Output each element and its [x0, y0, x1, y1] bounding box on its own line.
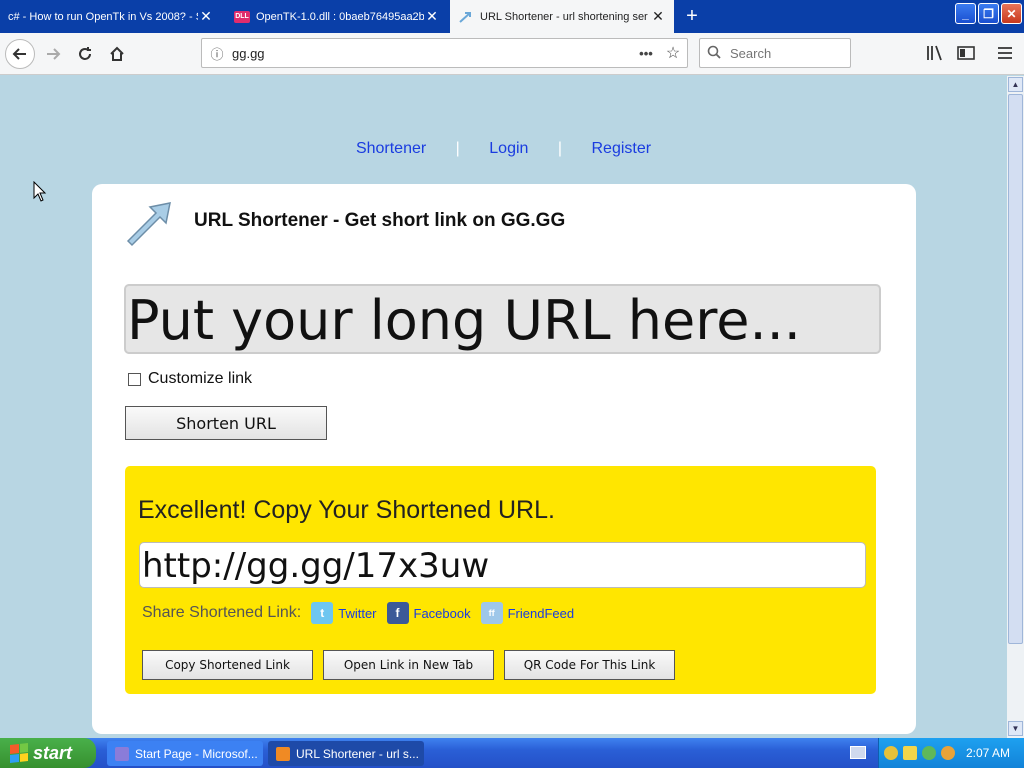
nav-link-shortener[interactable]: Shortener	[356, 140, 426, 157]
arrow-logo-icon	[126, 202, 171, 247]
share-friendfeed-link[interactable]: ff FriendFeed	[480, 602, 575, 624]
top-navigation: Shortener | Login | Register	[0, 140, 1007, 158]
share-row: Share Shortened Link: t Twitter f Facebo…	[142, 602, 574, 624]
minimize-button[interactable]: _	[955, 3, 976, 24]
reload-icon	[79, 47, 91, 60]
result-panel: Excellent! Copy Your Shortened URL. http…	[125, 466, 876, 694]
taskbar-item-label: Start Page - Microsof...	[135, 746, 258, 761]
vertical-scrollbar[interactable]: ▲ ▼	[1007, 76, 1024, 738]
customize-checkbox[interactable]	[128, 372, 141, 386]
tab-opentk-dll[interactable]: DLL OpenTK-1.0.dll : 0baeb76495aa2b ✕	[226, 0, 448, 33]
shortener-card: URL Shortener - Get short link on GG.GG …	[92, 184, 916, 734]
start-button[interactable]: start	[0, 738, 96, 768]
taskbar-item-url-shortener[interactable]: URL Shortener - url s...	[268, 741, 424, 766]
tab-strip: c# - How to run OpenTk in Vs 2008? - S ✕…	[0, 0, 1024, 33]
search-icon	[700, 45, 728, 62]
url-text[interactable]: gg.gg	[232, 46, 633, 61]
tab-close-icon[interactable]: ✕	[198, 8, 214, 25]
bookmark-star-icon[interactable]: ☆	[659, 43, 687, 63]
nav-separator: |	[455, 140, 460, 157]
windows-logo-icon	[10, 743, 28, 763]
search-tray-icon[interactable]	[941, 746, 955, 760]
friendfeed-icon: ff	[480, 602, 503, 624]
sidebar-icon[interactable]	[954, 41, 978, 65]
nav-separator: |	[557, 140, 563, 157]
long-url-input[interactable]: Put your long URL here...	[124, 284, 881, 354]
arrow-favicon-icon	[458, 11, 474, 23]
share-facebook-label: Facebook	[413, 605, 471, 621]
tab-title: OpenTK-1.0.dll : 0baeb76495aa2b	[256, 10, 424, 23]
library-icon[interactable]	[923, 41, 947, 65]
taskbar-item-label: URL Shortener - url s...	[296, 746, 419, 761]
forward-arrow-icon	[47, 48, 61, 60]
search-input[interactable]	[728, 44, 838, 62]
share-facebook-link[interactable]: f Facebook	[386, 602, 471, 624]
page-title: URL Shortener - Get short link on GG.GG	[194, 210, 566, 231]
menu-icon[interactable]	[993, 41, 1017, 65]
security-shield-icon[interactable]	[903, 746, 917, 760]
address-bar[interactable]: ⓘ gg.gg ••• ☆	[201, 38, 688, 68]
restore-button[interactable]: ❐	[978, 3, 999, 24]
scroll-thumb[interactable]	[1008, 94, 1023, 644]
nav-link-register[interactable]: Register	[591, 140, 651, 157]
result-title: Excellent! Copy Your Shortened URL.	[138, 496, 555, 524]
nav-link-login[interactable]: Login	[489, 140, 528, 157]
open-new-tab-button[interactable]: Open Link in New Tab	[323, 650, 494, 680]
tab-close-icon[interactable]: ✕	[650, 8, 666, 25]
taskbar: start Start Page - Microsof... URL Short…	[0, 738, 1024, 768]
scroll-down-arrow-icon[interactable]: ▼	[1008, 721, 1023, 736]
twitter-icon: t	[311, 602, 334, 624]
tab-close-icon[interactable]: ✕	[424, 8, 440, 25]
share-twitter-link[interactable]: t Twitter	[311, 602, 377, 624]
visual-studio-icon	[115, 746, 129, 761]
qr-code-button[interactable]: QR Code For This Link	[504, 650, 675, 680]
forward-button[interactable]	[38, 39, 68, 69]
tab-title: URL Shortener - url shortening ser	[480, 10, 648, 23]
tray-app-icon[interactable]	[884, 746, 898, 760]
back-arrow-icon	[12, 48, 26, 60]
share-label: Share Shortened Link:	[142, 604, 302, 621]
dll-favicon-icon: DLL	[234, 10, 250, 23]
start-label: start	[33, 742, 73, 763]
home-icon	[110, 46, 124, 61]
tab-url-shortener[interactable]: URL Shortener - url shortening ser ✕	[450, 0, 674, 33]
clock: 2:07 AM	[965, 746, 1010, 760]
tab-opentk-stackoverflow[interactable]: c# - How to run OpenTk in Vs 2008? - S ✕	[0, 0, 222, 33]
taskbar-item-start-page[interactable]: Start Page - Microsof...	[107, 741, 263, 766]
share-friendfeed-label: FriendFeed	[507, 605, 575, 621]
home-button[interactable]	[102, 39, 132, 69]
keyboard-icon[interactable]	[850, 746, 866, 759]
customize-label: Customize link	[148, 370, 253, 387]
firefox-icon	[276, 746, 290, 761]
page-actions-icon[interactable]: •••	[633, 46, 659, 61]
share-twitter-label: Twitter	[338, 605, 377, 621]
copy-link-button[interactable]: Copy Shortened Link	[142, 650, 313, 680]
mouse-cursor-icon	[33, 181, 47, 202]
customize-link-option[interactable]: Customize link	[128, 370, 252, 388]
reload-button[interactable]	[70, 39, 100, 69]
short-url-field[interactable]: http://gg.gg/17x3uw	[139, 542, 866, 588]
new-tab-button[interactable]: +	[680, 5, 704, 28]
navigation-toolbar: ⓘ gg.gg ••• ☆	[0, 33, 1024, 75]
system-tray: 2:07 AM	[878, 738, 1024, 768]
tab-title: c# - How to run OpenTk in Vs 2008? - S	[8, 10, 198, 23]
page-viewport: Shortener | Login | Register URL Shorten…	[0, 76, 1007, 738]
back-button[interactable]	[5, 39, 35, 69]
close-window-button[interactable]: ✕	[1001, 3, 1022, 24]
site-info-icon[interactable]: ⓘ	[202, 44, 232, 63]
network-icon[interactable]	[922, 746, 936, 760]
facebook-icon: f	[386, 602, 409, 624]
shorten-url-button[interactable]: Shorten URL	[125, 406, 327, 440]
scroll-up-arrow-icon[interactable]: ▲	[1008, 77, 1023, 92]
search-box[interactable]	[699, 38, 851, 68]
